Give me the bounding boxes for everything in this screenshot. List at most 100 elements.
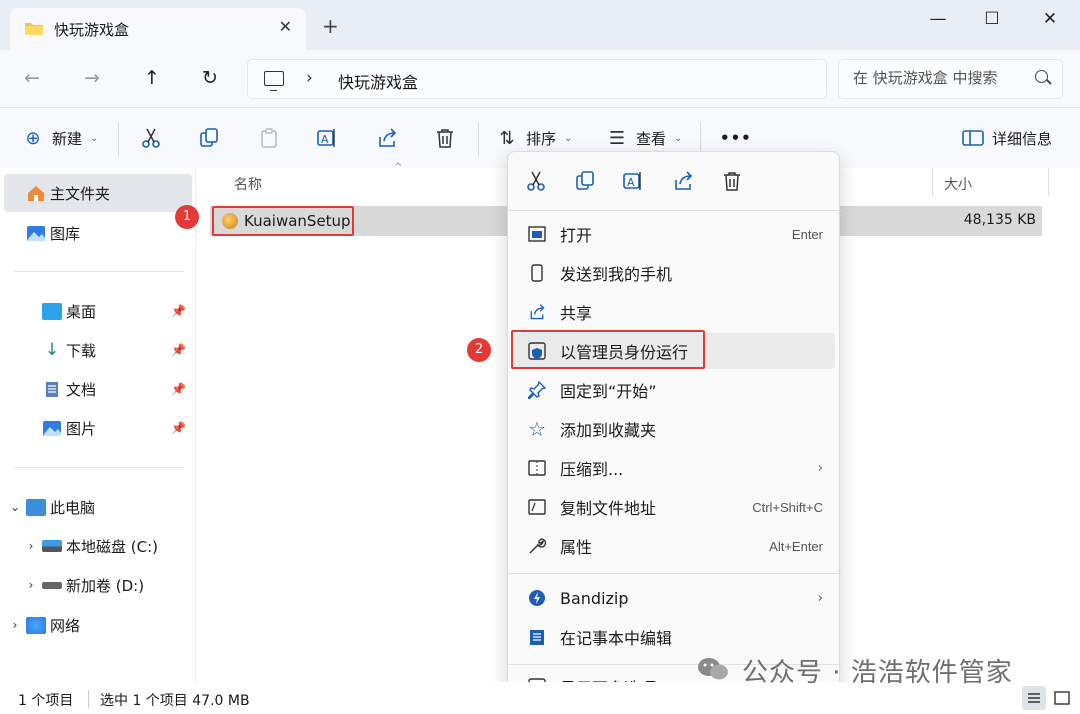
copy-icon[interactable] [574,170,596,192]
pin-icon[interactable]: 📌 [171,304,186,318]
sidebar-item-network[interactable]: › 网络 [4,606,192,644]
menu-item-open[interactable]: 打开 Enter [514,216,835,252]
search-icon[interactable] [1035,70,1048,83]
shortcut-text: Ctrl+Shift+C [752,499,823,515]
sidebar-item-gallery[interactable]: 图库 [4,214,192,252]
menu-item-copy-path[interactable]: 复制文件地址 Ctrl+Shift+C [514,489,835,525]
tiles-view-icon[interactable] [1050,686,1074,710]
chevron-right-icon[interactable]: › [4,618,26,632]
bandizip-icon [526,588,548,608]
back-button[interactable]: ← [24,66,40,90]
new-button[interactable]: ⊕ 新建 ⌄ [22,122,98,154]
up-button[interactable]: ↑ [144,66,160,90]
sidebar-item-downloads[interactable]: ↓ 下载 📌 [4,331,192,369]
svg-text:A: A [321,133,329,146]
share-icon[interactable] [376,127,398,149]
menu-item-compress[interactable]: 压缩到... › [514,450,835,486]
column-header-size[interactable]: 大小 [944,174,972,194]
menu-item-share[interactable]: 共享 [514,294,835,330]
app-icon [222,213,238,229]
status-divider [88,690,89,708]
menu-item-label: 发送到我的手机 [560,265,673,284]
sidebar-item-label: 本地磁盘 (C:) [66,537,158,556]
sidebar-item-drive-d[interactable]: › 新加卷 (D:) [20,566,208,604]
details-button[interactable]: 详细信息 [962,122,1052,154]
view-label: 查看 [636,129,667,148]
computer-icon [264,71,284,91]
menu-item-pin-to-start[interactable]: 固定到“开始” [514,372,835,408]
drive-icon [42,540,62,552]
column-divider[interactable] [932,168,933,196]
search-input[interactable] [853,69,1023,87]
rename-icon[interactable]: A [622,170,644,192]
minimize-button[interactable]: — [918,6,958,32]
chevron-down-icon: ⌄ [674,132,683,144]
menu-item-label: 压缩到... [560,460,624,479]
sidebar-item-label: 新加卷 (D:) [66,576,145,595]
more-button[interactable]: ••• [720,122,752,154]
view-button[interactable]: ☰ 查看 ⌄ [606,122,682,154]
view-list-icon: ☰ [608,127,626,149]
pin-icon[interactable]: 📌 [171,343,186,357]
details-view-icon[interactable] [1022,686,1046,710]
run-as-admin-highlight [511,330,705,369]
delete-icon[interactable] [434,127,456,149]
maximize-button[interactable]: ☐ [972,6,1012,32]
details-pane-icon [962,130,984,146]
sidebar-item-home[interactable]: 主文件夹 [4,174,192,212]
cut-icon[interactable] [140,127,162,149]
sidebar-item-label: 文档 [66,380,97,399]
chevron-right-icon[interactable]: › [20,578,42,592]
sidebar-item-label: 主文件夹 [50,184,111,203]
chevron-down-icon: ⌄ [564,132,573,144]
tab-active[interactable]: 快玩游戏盒 ✕ [10,8,306,50]
share-icon[interactable] [672,170,694,192]
menu-item-send-to-phone[interactable]: 发送到我的手机 [514,255,835,291]
selection-info: 选中 1 个项目 47.0 MB [100,693,250,709]
sidebar-item-documents[interactable]: 文档 📌 [4,370,192,408]
sidebar-item-pictures[interactable]: 图片 📌 [4,409,192,447]
sidebar-item-this-pc[interactable]: ⌄ 此电脑 [4,488,192,526]
pictures-icon [43,420,61,436]
sort-button[interactable]: ⇅ 排序 ⌄ [496,122,572,154]
gallery-icon [27,225,45,241]
more-options-icon: ••• [720,129,752,147]
tab-close-icon[interactable]: ✕ [279,17,292,36]
sidebar-item-label: 此电脑 [50,498,96,517]
copy-path-icon [526,497,548,517]
copy-icon[interactable] [198,127,220,149]
paste-icon[interactable] [258,127,280,149]
column-divider[interactable] [1048,168,1049,196]
menu-item-label: 在记事本中编辑 [560,629,673,648]
forward-button[interactable]: → [84,66,100,90]
cut-icon[interactable] [525,170,547,192]
pin-icon[interactable]: 📌 [171,421,186,435]
download-icon: ↓ [44,339,60,360]
column-header-name[interactable]: 名称 [234,174,262,194]
title-bar: 快玩游戏盒 ✕ + — ☐ ✕ [0,0,1080,50]
new-tab-button[interactable]: + [322,16,339,36]
pin-icon[interactable]: 📌 [171,382,186,396]
menu-divider [508,210,841,211]
menu-divider [508,573,841,574]
menu-item-edit-in-notepad[interactable]: 在记事本中编辑 [514,619,835,655]
chevron-right-icon: › [306,68,313,88]
refresh-button[interactable]: ↻ [202,66,218,90]
rename-icon[interactable]: A [316,127,338,149]
menu-item-bandizip[interactable]: Bandizip › [514,580,835,616]
breadcrumb[interactable]: 快玩游戏盒 [338,69,418,93]
menu-item-add-to-favorites[interactable]: ☆ 添加到收藏夹 [514,411,835,447]
add-circle-icon: ⊕ [25,127,41,149]
sidebar-item-desktop[interactable]: 桌面 📌 [4,292,192,330]
sidebar-divider [14,271,184,272]
menu-item-properties[interactable]: 属性 Alt+Enter [514,528,835,564]
sort-icon: ⇅ [499,127,515,149]
sidebar-item-drive-c[interactable]: › 本地磁盘 (C:) [20,527,208,565]
chevron-right-icon[interactable]: › [20,539,42,553]
chevron-down-icon[interactable]: ⌄ [4,500,26,514]
item-count: 1 个项目 [18,693,74,709]
close-window-button[interactable]: ✕ [1030,6,1070,32]
address-bar[interactable]: › 快玩游戏盒 [247,59,827,99]
delete-icon[interactable] [721,170,743,192]
search-box[interactable] [838,59,1063,99]
